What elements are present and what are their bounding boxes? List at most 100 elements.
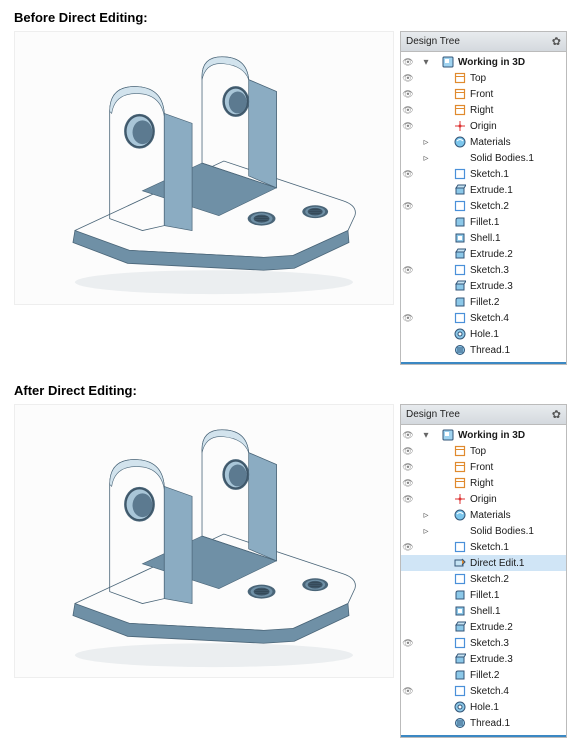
visibility-eye-icon[interactable]: 👁 <box>401 201 415 212</box>
fillet-icon <box>453 216 466 229</box>
tree-item[interactable]: 👁 Sketch.1 <box>401 166 566 182</box>
expand-toggle-icon[interactable]: ▹ <box>419 526 433 537</box>
shell-icon <box>453 605 466 618</box>
panel-header: Design Tree ✿ <box>401 32 566 52</box>
tree-item[interactable]: 👁 Extrude.1 <box>401 182 566 198</box>
expand-toggle-icon[interactable]: ▾ <box>419 57 433 68</box>
tree-item[interactable]: 👁 Sketch.3 <box>401 262 566 278</box>
tree-after: 👁▾Working in 3D👁 Top👁 Front👁 Right👁 Orig… <box>401 425 566 737</box>
expand-toggle-icon[interactable]: ▹ <box>419 137 433 148</box>
tree-item[interactable]: 👁▹Solid Bodies.1 <box>401 150 566 166</box>
tree-item-label: Right <box>470 105 493 116</box>
tree-item[interactable]: 👁 Fillet.2 <box>401 667 566 683</box>
visibility-eye-icon[interactable]: 👁 <box>401 73 415 84</box>
tree-item-label: Extrude.3 <box>470 281 513 292</box>
tree-item[interactable]: 👁▹Materials <box>401 134 566 150</box>
shell-icon <box>453 232 466 245</box>
sketch-icon <box>453 541 466 554</box>
sketch-icon <box>453 312 466 325</box>
hole-icon <box>453 701 466 714</box>
tree-item[interactable]: 👁 Right <box>401 102 566 118</box>
blank-icon <box>453 152 466 165</box>
gear-icon[interactable]: ✿ <box>552 408 561 421</box>
tree-item[interactable]: 👁▹Solid Bodies.1 <box>401 523 566 539</box>
sketch-icon <box>453 168 466 181</box>
expand-toggle-icon[interactable]: ▾ <box>419 430 433 441</box>
tree-item-label: Direct Edit.1 <box>470 558 524 569</box>
tree-item[interactable]: 👁 Sketch.2 <box>401 571 566 587</box>
expand-toggle-icon[interactable]: ▹ <box>419 153 433 164</box>
visibility-eye-icon[interactable]: 👁 <box>401 638 415 649</box>
tree-item[interactable]: 👁 Thread.1 <box>401 342 566 358</box>
visibility-eye-icon[interactable]: 👁 <box>401 462 415 473</box>
tree-item[interactable]: 👁 Top <box>401 70 566 86</box>
visibility-eye-icon[interactable]: 👁 <box>401 121 415 132</box>
tree-item-label: Thread.1 <box>470 345 510 356</box>
tree-item[interactable]: 👁 Direct Edit.1 <box>401 555 566 571</box>
visibility-eye-icon[interactable]: 👁 <box>401 542 415 553</box>
tree-item[interactable]: 👁 Extrude.2 <box>401 246 566 262</box>
visibility-eye-icon[interactable]: 👁 <box>401 89 415 100</box>
tree-item[interactable]: 👁 Fillet.2 <box>401 294 566 310</box>
tree-item[interactable]: 👁▹Materials <box>401 507 566 523</box>
visibility-eye-icon[interactable]: 👁 <box>401 313 415 324</box>
visibility-eye-icon[interactable]: 👁 <box>401 105 415 116</box>
tree-item[interactable]: 👁 Sketch.2 <box>401 198 566 214</box>
tree-item-label: Extrude.3 <box>470 654 513 665</box>
tree-item[interactable]: 👁 Fillet.1 <box>401 587 566 603</box>
tree-item[interactable]: 👁 Origin <box>401 491 566 507</box>
tree-item-label: Sketch.2 <box>470 574 509 585</box>
viewport-before[interactable] <box>14 31 394 305</box>
tree-item[interactable]: 👁 Shell.1 <box>401 603 566 619</box>
tree-item[interactable]: 👁 Extrude.3 <box>401 651 566 667</box>
plane-icon <box>453 477 466 490</box>
visibility-eye-icon[interactable]: 👁 <box>401 57 415 68</box>
tree-item[interactable]: 👁 Thread.1 <box>401 715 566 731</box>
visibility-eye-icon[interactable]: 👁 <box>401 478 415 489</box>
tree-item-label: Origin <box>470 121 497 132</box>
tree-item-label: Fillet.1 <box>470 590 499 601</box>
tree-item-label: Fillet.2 <box>470 670 499 681</box>
tree-item-label: Sketch.1 <box>470 169 509 180</box>
tree-item[interactable]: 👁 Right <box>401 475 566 491</box>
tree-item[interactable]: 👁 Sketch.3 <box>401 635 566 651</box>
part-icon <box>441 429 454 442</box>
tree-item-label: Origin <box>470 494 497 505</box>
tree-item[interactable]: 👁 Sketch.4 <box>401 683 566 699</box>
tree-item-label: Top <box>470 73 486 84</box>
origin-icon <box>453 493 466 506</box>
visibility-eye-icon[interactable]: 👁 <box>401 686 415 697</box>
plane-icon <box>453 104 466 117</box>
tree-item-label: Solid Bodies.1 <box>470 153 534 164</box>
visibility-eye-icon[interactable]: 👁 <box>401 446 415 457</box>
tree-item[interactable]: 👁 Front <box>401 459 566 475</box>
gear-icon[interactable]: ✿ <box>552 35 561 48</box>
visibility-eye-icon[interactable]: 👁 <box>401 169 415 180</box>
tree-item-label: Materials <box>470 137 511 148</box>
tree-item[interactable]: 👁 Origin <box>401 118 566 134</box>
bracket-render-after <box>15 405 393 677</box>
panel-title: Design Tree <box>406 36 460 47</box>
visibility-eye-icon[interactable]: 👁 <box>401 494 415 505</box>
tree-item[interactable]: 👁 Shell.1 <box>401 230 566 246</box>
tree-item[interactable]: 👁 Fillet.1 <box>401 214 566 230</box>
tree-item[interactable]: 👁 Extrude.3 <box>401 278 566 294</box>
tree-item[interactable]: 👁 Front <box>401 86 566 102</box>
tree-item[interactable]: 👁▾Working in 3D <box>401 427 566 443</box>
after-heading: After Direct Editing: <box>0 373 581 404</box>
expand-toggle-icon[interactable]: ▹ <box>419 510 433 521</box>
tree-item[interactable]: 👁 Sketch.1 <box>401 539 566 555</box>
tree-item[interactable]: 👁 Hole.1 <box>401 326 566 342</box>
visibility-eye-icon[interactable]: 👁 <box>401 430 415 441</box>
tree-item[interactable]: 👁 Top <box>401 443 566 459</box>
plane-icon <box>453 72 466 85</box>
thread-icon <box>453 717 466 730</box>
tree-item[interactable]: 👁 Extrude.2 <box>401 619 566 635</box>
blank-icon <box>453 525 466 538</box>
tree-item[interactable]: 👁 Sketch.4 <box>401 310 566 326</box>
tree-item[interactable]: 👁 Hole.1 <box>401 699 566 715</box>
visibility-eye-icon[interactable]: 👁 <box>401 265 415 276</box>
extrude-icon <box>453 621 466 634</box>
tree-item[interactable]: 👁▾Working in 3D <box>401 54 566 70</box>
viewport-after[interactable] <box>14 404 394 678</box>
